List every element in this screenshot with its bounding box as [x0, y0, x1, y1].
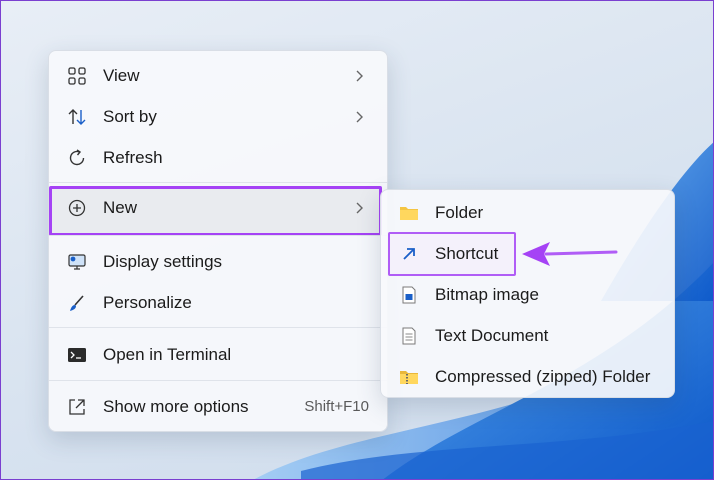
- share-arrow-icon: [69, 399, 85, 415]
- plus-circle-icon: [68, 199, 86, 217]
- brush-icon: [70, 295, 84, 311]
- display-settings-icon: [68, 254, 86, 270]
- menu-separator: [49, 182, 387, 183]
- menu-item-label: Open in Terminal: [103, 345, 232, 364]
- menu-item-refresh[interactable]: Refresh: [53, 139, 383, 177]
- menu-item-view[interactable]: View: [53, 57, 383, 95]
- text-document-icon: [402, 327, 416, 345]
- menu-item-show-more-options[interactable]: Show more options Shift+F10: [53, 388, 383, 426]
- sort-arrows-icon: [68, 109, 86, 125]
- terminal-icon: [68, 348, 86, 362]
- new-submenu: Folder Shortcut Bitmap image Text Docume…: [380, 189, 675, 398]
- context-menu: View Sort by Refresh New Display setting…: [48, 50, 388, 432]
- submenu-item-label: Compressed (zipped) Folder: [435, 367, 651, 386]
- submenu-item-bitmap-image[interactable]: Bitmap image: [385, 276, 670, 314]
- submenu-item-label: Shortcut: [435, 244, 499, 263]
- grid-icon: [68, 67, 86, 85]
- menu-separator: [49, 235, 387, 236]
- shortcut-icon: [403, 248, 415, 260]
- menu-item-label: Display settings: [103, 252, 223, 271]
- menu-item-display-settings[interactable]: Display settings: [53, 243, 383, 281]
- menu-item-label: New: [103, 198, 138, 217]
- chevron-right-icon: [356, 202, 363, 214]
- menu-item-label: Show more options: [103, 397, 249, 416]
- menu-item-sort-by[interactable]: Sort by: [53, 98, 383, 136]
- menu-item-label: Sort by: [103, 107, 157, 126]
- submenu-item-label: Text Document: [435, 326, 549, 345]
- chevron-right-icon: [356, 111, 363, 123]
- menu-item-label: View: [103, 66, 140, 85]
- menu-item-label: Refresh: [103, 148, 163, 167]
- submenu-item-folder[interactable]: Folder: [385, 194, 670, 232]
- menu-item-new[interactable]: New: [53, 189, 383, 227]
- submenu-item-label: Folder: [435, 203, 484, 222]
- annotation-arrow: [522, 242, 618, 266]
- menu-item-label: Personalize: [103, 293, 192, 312]
- submenu-item-compressed-folder[interactable]: Compressed (zipped) Folder: [385, 358, 670, 396]
- chevron-right-icon: [356, 70, 363, 82]
- desktop[interactable]: View Sort by Refresh New Display setting…: [0, 0, 714, 480]
- menu-separator: [49, 327, 387, 328]
- refresh-icon: [69, 149, 85, 166]
- submenu-item-label: Bitmap image: [435, 285, 539, 304]
- menu-item-open-terminal[interactable]: Open in Terminal: [53, 336, 383, 374]
- submenu-item-text-document[interactable]: Text Document: [385, 317, 670, 355]
- menu-item-personalize[interactable]: Personalize: [53, 284, 383, 322]
- folder-icon: [400, 207, 418, 220]
- menu-separator: [49, 380, 387, 381]
- bitmap-icon: [402, 286, 416, 304]
- zip-folder-icon: [400, 371, 418, 384]
- keyboard-shortcut: Shift+F10: [304, 398, 369, 415]
